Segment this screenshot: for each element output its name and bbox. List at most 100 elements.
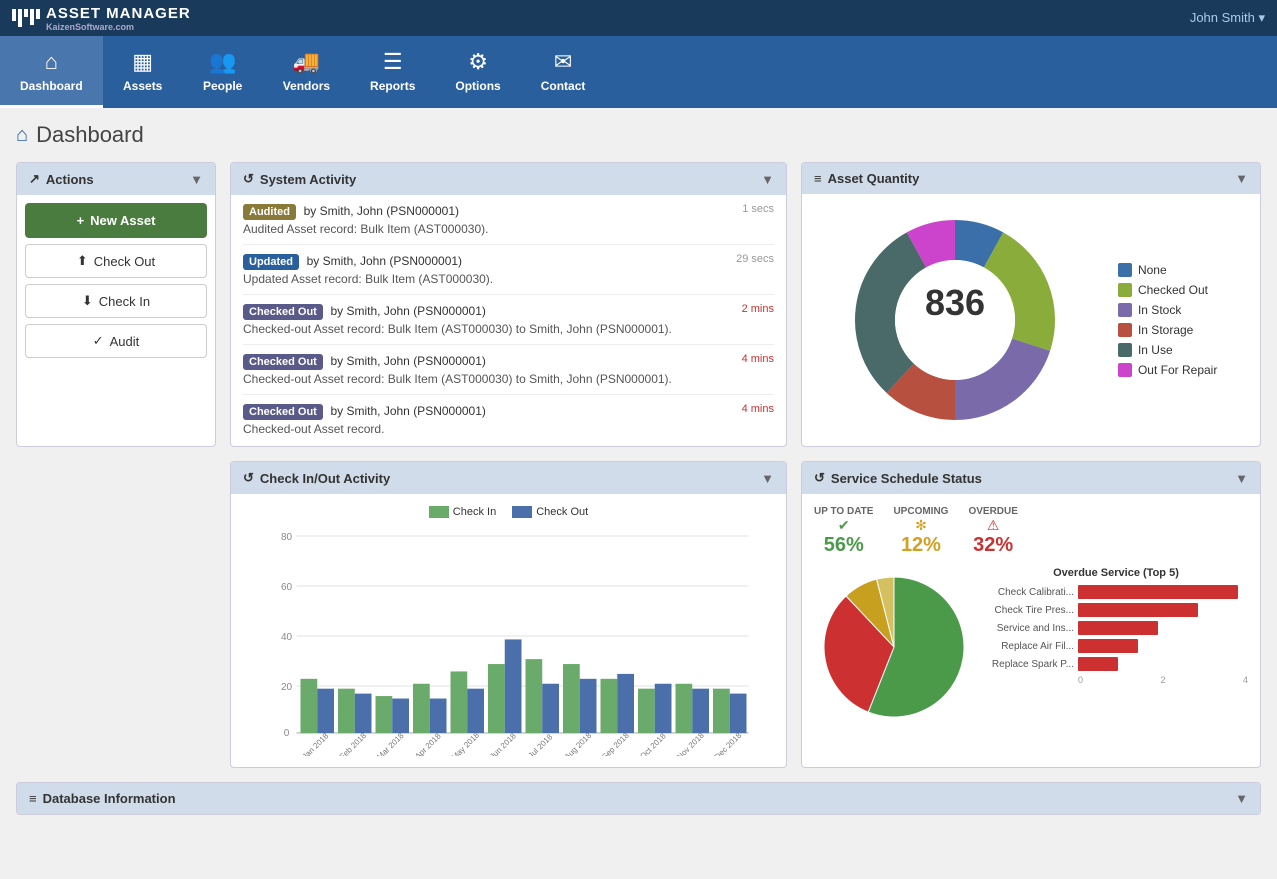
svg-text:Feb 2018: Feb 2018: [338, 731, 369, 756]
nav-label-assets: Assets: [123, 79, 162, 93]
legend-dot: [1118, 303, 1132, 317]
system-activity-panel: ↺ System Activity ▼ Audited by Smith, Jo…: [230, 162, 787, 447]
activity-badge: Checked Out: [243, 304, 323, 320]
service-panel: ↺ Service Schedule Status ▼ UP TO DATE ✔…: [801, 461, 1261, 768]
nav-contact[interactable]: ✉ Contact: [521, 36, 606, 108]
overdue-bar: [1078, 657, 1118, 671]
bar-group: Jun 2018: [488, 640, 522, 757]
plus-icon: +: [77, 213, 85, 228]
svg-text:Nov 2018: Nov 2018: [675, 731, 706, 756]
overdue-title: Overdue Service (Top 5): [984, 567, 1248, 579]
legend-dot: [1118, 263, 1132, 277]
activity-icon: ↺: [243, 171, 254, 187]
actions-collapse-icon[interactable]: ▼: [190, 172, 203, 187]
svg-text:Oct 2018: Oct 2018: [638, 731, 668, 756]
database-header-left: ≡ Database Information: [29, 791, 176, 806]
check-out-button[interactable]: ⬆ Check Out: [25, 244, 207, 278]
check-in-button[interactable]: ⬇ Check In: [25, 284, 207, 318]
actions-title: Actions: [46, 172, 94, 187]
bar-group: Mar 2018: [375, 696, 409, 756]
nav-vendors[interactable]: 🚚 Vendors: [263, 36, 350, 108]
bar-group: Sep 2018: [600, 674, 634, 756]
activity-list[interactable]: Audited by Smith, John (PSN000001) Audit…: [243, 195, 774, 444]
legend-item: In Use: [1118, 343, 1217, 357]
check-out-label: Check Out: [94, 254, 155, 269]
activity-line1: Updated by Smith, John (PSN000001): [243, 253, 728, 270]
nav-dashboard[interactable]: ⌂ Dashboard: [0, 36, 103, 108]
activity-desc: Checked-out Asset record: Bulk Item (AST…: [243, 372, 734, 386]
overdue-axis: 0 2 4: [984, 675, 1248, 685]
stat-icon: ✔: [838, 517, 850, 534]
actions-header-left: ↗ Actions: [29, 171, 94, 187]
overdue-bar-item: Check Tire Pres...: [984, 603, 1248, 617]
overdue-bar-item: Replace Spark P...: [984, 657, 1248, 671]
database-row: ≡ Database Information ▼: [16, 782, 1261, 815]
svg-text:Apr 2018: Apr 2018: [413, 731, 443, 756]
asset-qty-header: ≡ Asset Quantity ▼: [802, 163, 1260, 194]
bar-group: Apr 2018: [413, 684, 447, 756]
new-asset-button[interactable]: + New Asset: [25, 203, 207, 238]
overdue-item-label: Service and Ins...: [984, 623, 1074, 634]
activity-time: 4 mins: [742, 353, 774, 365]
legend-label: Out For Repair: [1138, 363, 1217, 377]
actions-panel-header: ↗ Actions ▼: [17, 163, 215, 195]
activity-left: Updated by Smith, John (PSN000001) Updat…: [243, 253, 728, 286]
activity-left: Checked Out by Smith, John (PSN000001) C…: [243, 403, 734, 436]
activity-item: Updated by Smith, John (PSN000001) Updat…: [243, 245, 774, 295]
activity-badge: Checked Out: [243, 354, 323, 370]
stat-label: OVERDUE: [968, 506, 1017, 517]
svg-text:80: 80: [281, 532, 293, 543]
logo-bar: [12, 9, 16, 21]
activity-by: by Smith, John (PSN000001): [330, 304, 485, 318]
logo-sub: KaizenSoftware.com: [46, 22, 191, 32]
service-pie-chart: [814, 567, 974, 730]
bar-chart-svg: 80 60 40 20 0 Jan 2018Feb 2018Mar 2018Ap…: [239, 526, 778, 756]
actions-panel: ↗ Actions ▼ + New Asset ⬆ Check Out ⬇ Ch…: [16, 162, 216, 447]
app-logo: ASSET MANAGER KaizenSoftware.com: [12, 5, 191, 32]
asset-quantity-panel: ≡ Asset Quantity ▼ 836 NoneChecked OutIn…: [801, 162, 1261, 447]
database-collapse[interactable]: ▼: [1235, 791, 1248, 806]
overdue-bars: Check Calibrati... Check Tire Pres... Se…: [984, 585, 1248, 671]
database-title: Database Information: [43, 791, 176, 806]
database-icon: ≡: [29, 791, 37, 806]
new-asset-label: New Asset: [90, 213, 155, 228]
asset-legend: NoneChecked OutIn StockIn StorageIn UseO…: [1118, 263, 1217, 377]
nav-people[interactable]: 👥 People: [183, 36, 263, 108]
nav-reports[interactable]: ☰ Reports: [350, 36, 435, 108]
activity-item: Checked Out by Smith, John (PSN000001) C…: [243, 295, 774, 345]
activity-item: Audited by Smith, John (PSN000001) Audit…: [243, 195, 774, 245]
stat-label: UPCOMING: [893, 506, 948, 517]
service-header: ↺ Service Schedule Status ▼: [802, 462, 1260, 494]
donut-svg: 836: [845, 210, 1065, 430]
activity-line1: Checked Out by Smith, John (PSN000001): [243, 403, 734, 420]
svg-text:60: 60: [281, 582, 293, 593]
main-grid-row2: ↺ Check In/Out Activity ▼ Check In Check…: [16, 461, 1261, 768]
overdue-bar-item: Replace Air Fil...: [984, 639, 1248, 653]
checkinout-icon: ↺: [243, 470, 254, 486]
activity-time: 2 mins: [742, 303, 774, 315]
activity-time: 29 secs: [736, 253, 774, 265]
nav-options[interactable]: ⚙ Options: [435, 36, 520, 108]
checkinout-collapse[interactable]: ▼: [761, 471, 774, 486]
vendors-icon: 🚚: [293, 49, 320, 75]
activity-line1: Audited by Smith, John (PSN000001): [243, 203, 734, 220]
user-menu[interactable]: John Smith ▾: [1190, 10, 1265, 26]
activity-header: ↺ System Activity ▼: [231, 163, 786, 195]
activity-item: Checked Out by Smith, John (PSN000001) C…: [243, 345, 774, 395]
svg-text:May 2018: May 2018: [450, 730, 482, 756]
logo-bar: [24, 9, 28, 17]
service-collapse[interactable]: ▼: [1235, 471, 1248, 486]
activity-collapse-icon[interactable]: ▼: [761, 172, 774, 187]
nav-assets[interactable]: ▦ Assets: [103, 36, 183, 108]
page-title: Dashboard: [36, 122, 144, 148]
overdue-item-label: Check Calibrati...: [984, 587, 1074, 598]
asset-qty-collapse[interactable]: ▼: [1235, 171, 1248, 186]
activity-line1: Checked Out by Smith, John (PSN000001): [243, 303, 734, 320]
audit-button[interactable]: ✓ Audit: [25, 324, 207, 358]
legend-item: In Stock: [1118, 303, 1217, 317]
activity-by: by Smith, John (PSN000001): [330, 404, 485, 418]
stat-value: 56%: [824, 534, 864, 557]
nav-label-people: People: [203, 79, 242, 93]
bar-group: Feb 2018: [338, 689, 372, 756]
bar-group: May 2018: [450, 672, 484, 757]
